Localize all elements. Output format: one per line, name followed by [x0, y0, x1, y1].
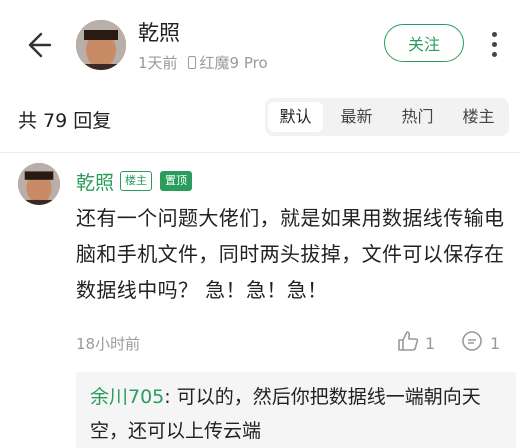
host-badge: 楼主 — [120, 171, 152, 191]
comment-icon — [461, 330, 483, 356]
thumbs-up-icon — [397, 330, 419, 356]
sort-tabs: 默认 最新 热门 楼主 — [265, 98, 509, 136]
follow-button[interactable]: 关注 — [384, 24, 464, 62]
author-meta: 1天前 红魔9 Pro — [138, 52, 268, 73]
divider — [0, 152, 520, 153]
like-count: 1 — [425, 333, 436, 353]
comment-avatar[interactable] — [18, 163, 60, 205]
back-arrow-icon[interactable] — [22, 30, 52, 60]
sort-tab-default[interactable]: 默认 — [268, 102, 323, 132]
sort-tab-host[interactable]: 楼主 — [451, 102, 506, 132]
post-time: 1天前 — [138, 54, 178, 72]
comment-author-name[interactable]: 乾照 — [76, 168, 114, 195]
sub-reply: 余川705: 可以的，然后你把数据线一端朝向天空，还可以上传云端 — [90, 380, 510, 448]
like-button[interactable]: 1 — [397, 330, 435, 356]
pinned-badge: 置顶 — [160, 171, 192, 191]
author-name[interactable]: 乾照 — [138, 17, 180, 47]
sort-tab-hot[interactable]: 热门 — [390, 102, 445, 132]
author-avatar[interactable] — [76, 20, 126, 70]
more-vertical-icon[interactable] — [492, 32, 498, 58]
reply-count: 共 79 回复 — [18, 110, 112, 132]
phone-icon — [187, 56, 196, 69]
reply-button[interactable]: 1 — [461, 330, 500, 356]
reply-count: 1 — [490, 333, 501, 353]
sub-reply-author[interactable]: 余川705 — [90, 386, 164, 408]
comment-body: 还有一个问题大佬们，就是如果用数据线传输电脑和手机文件，同时两头拔掉，文件可以保… — [76, 206, 505, 302]
comment-time: 18小时前 — [76, 335, 141, 353]
device-name: 红魔9 Pro — [199, 54, 268, 72]
sort-tab-latest[interactable]: 最新 — [329, 102, 384, 132]
